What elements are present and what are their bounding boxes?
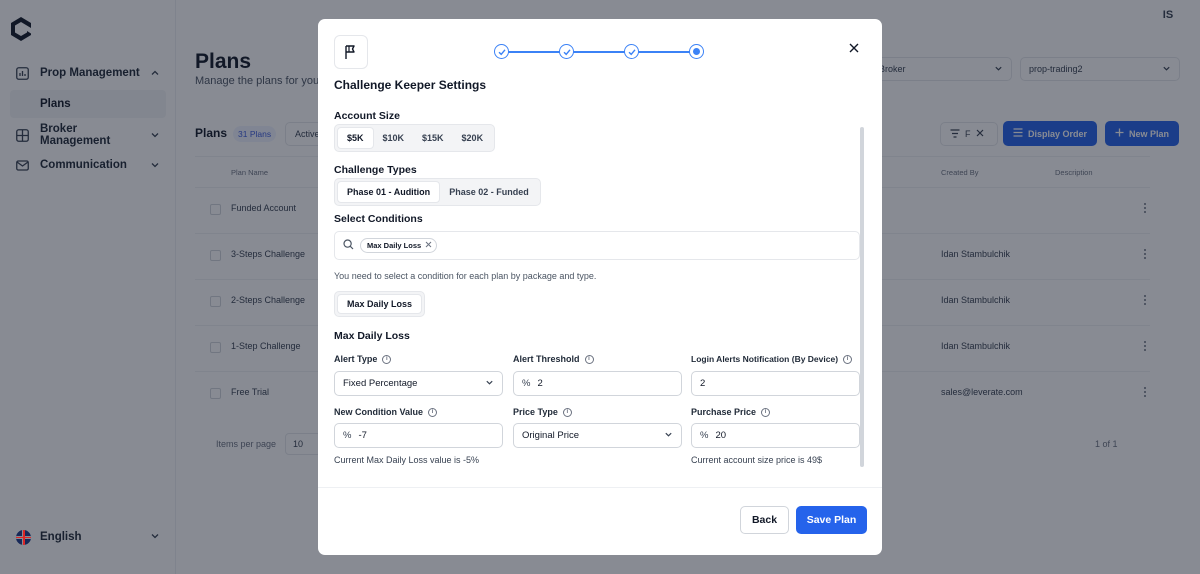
- alert-threshold-label: Alert Threshold i: [513, 354, 594, 364]
- info-icon[interactable]: i: [761, 407, 771, 417]
- purchase-price-input[interactable]: % 20: [691, 423, 860, 448]
- price-type-label: Price Type i: [513, 407, 572, 417]
- step-4-current: [689, 44, 704, 59]
- challenge-type-phase-02[interactable]: Phase 02 - Funded: [440, 181, 538, 203]
- save-plan-button[interactable]: Save Plan: [796, 506, 867, 534]
- modal-scrollbar[interactable]: [860, 127, 864, 467]
- account-size-label: Account Size: [334, 110, 400, 122]
- condition-tabs: Max Daily Loss: [334, 291, 426, 317]
- purchase-price-label: Purchase Price i: [691, 407, 771, 417]
- step-3-complete: [624, 44, 639, 59]
- alert-type-label-text: Alert Type: [334, 354, 378, 364]
- percent-prefix: %: [522, 378, 531, 389]
- price-type-value: Original Price: [522, 430, 580, 441]
- check-icon: [498, 48, 506, 55]
- login-alerts-label-text: Login Alerts Notification (By Device): [691, 354, 839, 364]
- account-size-selector: $5K $10K $15K $20K: [334, 124, 496, 152]
- info-icon[interactable]: i: [843, 354, 853, 364]
- alert-threshold-input[interactable]: % 2: [513, 371, 682, 396]
- remove-tag-icon[interactable]: [425, 241, 432, 250]
- info-icon[interactable]: i: [584, 354, 594, 364]
- challenge-types-label: Challenge Types: [334, 164, 417, 176]
- info-icon[interactable]: i: [428, 407, 438, 417]
- select-conditions-label: Select Conditions: [334, 213, 423, 225]
- challenge-keeper-modal: Challenge Keeper Settings Account Size $…: [318, 19, 882, 555]
- close-icon[interactable]: [847, 41, 861, 55]
- current-step-dot: [693, 48, 700, 55]
- chevron-down-icon: [485, 378, 494, 390]
- percent-prefix: %: [343, 430, 352, 441]
- info-icon[interactable]: i: [562, 407, 572, 417]
- new-condition-value: -7: [358, 430, 367, 441]
- step-1-complete: [494, 44, 509, 59]
- chevron-down-icon: [664, 430, 673, 442]
- purchase-price-label-text: Purchase Price: [691, 407, 757, 417]
- step-2-complete: [559, 44, 574, 59]
- login-alerts-value: 2: [700, 378, 706, 389]
- price-type-label-text: Price Type: [513, 407, 558, 417]
- stepper-line: [508, 51, 694, 53]
- check-icon: [563, 48, 571, 55]
- flag-icon: [334, 35, 368, 69]
- progress-stepper: [494, 43, 706, 61]
- new-condition-value-input[interactable]: % -7: [334, 423, 503, 448]
- alert-threshold-label-text: Alert Threshold: [513, 354, 580, 364]
- info-icon[interactable]: i: [382, 354, 392, 364]
- tab-max-daily-loss[interactable]: Max Daily Loss: [337, 294, 423, 314]
- purchase-price-value: 20: [715, 430, 727, 441]
- current-max-daily-loss-note: Current Max Daily Loss value is -5%: [334, 455, 480, 465]
- app-root: Prop Management Plans Broker Management …: [0, 0, 1200, 574]
- alert-type-select[interactable]: Fixed Percentage: [334, 371, 503, 396]
- alert-threshold-value: 2: [537, 378, 543, 389]
- account-size-option-20k[interactable]: $20K: [453, 127, 493, 149]
- modal-title: Challenge Keeper Settings: [334, 78, 487, 92]
- challenge-type-phase-01[interactable]: Phase 01 - Audition: [337, 181, 441, 203]
- percent-prefix: %: [700, 430, 709, 441]
- account-size-option-15k[interactable]: $15K: [413, 127, 453, 149]
- condition-tag-label: Max Daily Loss: [367, 241, 422, 250]
- conditions-hint: You need to select a condition for each …: [334, 271, 597, 281]
- search-icon: [343, 238, 354, 253]
- condition-tag: Max Daily Loss: [360, 238, 438, 253]
- new-condition-value-label: New Condition Value i: [334, 407, 438, 417]
- alert-type-label: Alert Type i: [334, 354, 392, 364]
- check-icon: [628, 48, 636, 55]
- challenge-types-selector: Phase 01 - Audition Phase 02 - Funded: [334, 178, 541, 206]
- account-size-option-10k[interactable]: $10K: [374, 127, 414, 149]
- condition-section-title: Max Daily Loss: [334, 330, 410, 342]
- back-button[interactable]: Back: [740, 506, 789, 534]
- modal-footer-divider: [318, 487, 882, 488]
- account-size-option-5k[interactable]: $5K: [337, 127, 374, 149]
- current-price-note: Current account size price is 49$: [691, 455, 823, 465]
- conditions-search-input[interactable]: Max Daily Loss: [334, 231, 860, 260]
- login-alerts-input[interactable]: 2: [691, 371, 860, 396]
- price-type-select[interactable]: Original Price: [513, 423, 682, 448]
- alert-type-value: Fixed Percentage: [343, 378, 418, 389]
- login-alerts-label: Login Alerts Notification (By Device) i: [691, 354, 853, 364]
- new-condition-value-label-text: New Condition Value: [334, 407, 424, 417]
